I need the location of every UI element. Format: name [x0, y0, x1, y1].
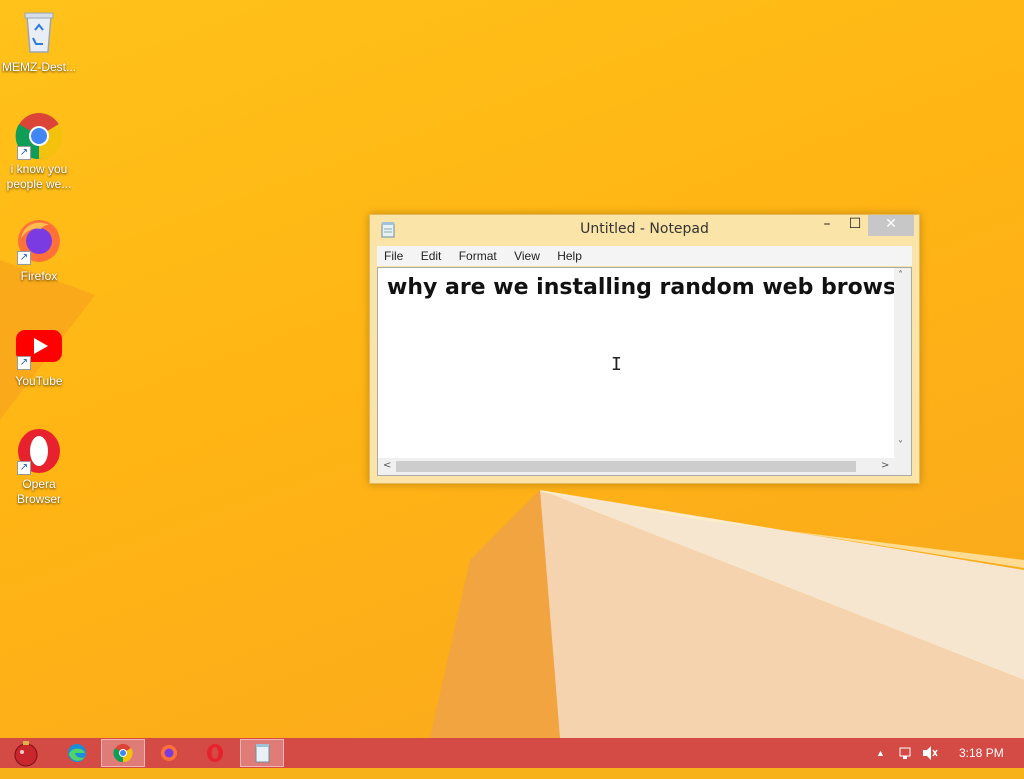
desktop-icon-label-line2: Browser	[16, 492, 61, 506]
desktop-icon-firefox[interactable]: ↗ Firefox	[0, 217, 78, 284]
volume-muted-icon[interactable]	[921, 738, 939, 768]
notepad-window[interactable]: Untitled - Notepad – ☐ ✕ File Edit Forma…	[369, 214, 920, 484]
taskbar-firefox[interactable]	[147, 739, 191, 767]
editor-content[interactable]: why are we installing random web browser…	[387, 275, 911, 300]
vertical-scrollbar[interactable]: ˄ ˅	[894, 268, 911, 458]
desktop-icon-youtube[interactable]: ↗ YouTube	[0, 322, 78, 389]
taskbar-notepad[interactable]	[240, 739, 284, 767]
shortcut-arrow-icon: ↗	[17, 251, 31, 265]
desktop: MEMZ-Dest... ↗ i know you people we... ↗	[0, 0, 1024, 738]
minimize-button[interactable]: –	[813, 215, 841, 236]
firefox-icon: ↗	[15, 217, 63, 265]
shortcut-arrow-icon: ↗	[17, 146, 31, 160]
chrome-icon: ↗	[15, 112, 63, 160]
menu-view[interactable]: View	[507, 246, 547, 266]
desktop-icon-label: YouTube	[15, 374, 63, 388]
edge-icon	[68, 744, 86, 762]
start-button[interactable]	[4, 739, 48, 767]
taskbar-opera[interactable]	[193, 739, 237, 767]
desktop-icon-recycle-bin[interactable]: MEMZ-Dest...	[0, 8, 78, 75]
scroll-up-arrow-icon[interactable]: ˄	[898, 270, 903, 281]
resize-grip-icon[interactable]	[894, 458, 911, 475]
horizontal-scroll-thumb[interactable]	[396, 461, 856, 472]
tray-overflow-icon[interactable]: ▲	[876, 738, 885, 768]
desktop-icon-label-line1: Opera	[22, 477, 56, 491]
close-button[interactable]: ✕	[868, 215, 914, 236]
menu-file[interactable]: File	[377, 246, 410, 266]
youtube-icon: ↗	[15, 322, 63, 370]
desktop-icon-opera[interactable]: ↗ Opera Browser	[0, 427, 78, 507]
network-icon[interactable]	[898, 738, 914, 768]
desktop-icon-label-line2: people we...	[6, 177, 72, 191]
desktop-icon-label-line1: i know you	[10, 162, 68, 176]
menu-format[interactable]: Format	[452, 246, 504, 266]
menu-edit[interactable]: Edit	[414, 246, 449, 266]
taskbar-chrome[interactable]	[101, 739, 145, 767]
menu-bar: File Edit Format View Help	[377, 246, 912, 266]
recycle-bin-icon	[15, 8, 63, 56]
title-bar[interactable]: Untitled - Notepad – ☐ ✕	[370, 215, 919, 243]
horizontal-scrollbar[interactable]: < >	[378, 458, 894, 475]
maximize-button[interactable]: ☐	[841, 215, 869, 236]
taskbar-edge[interactable]	[55, 739, 99, 767]
chrome-icon	[113, 744, 133, 763]
start-icon	[14, 741, 38, 767]
desktop-icon-label: Firefox	[20, 269, 58, 283]
text-cursor-icon: I	[611, 354, 622, 375]
desktop-icon-chrome[interactable]: ↗ i know you people we...	[0, 112, 78, 192]
shortcut-arrow-icon: ↗	[17, 356, 31, 370]
shortcut-arrow-icon: ↗	[17, 461, 31, 475]
taskbar: ▲ 3:18 PM	[0, 738, 1024, 768]
scroll-right-arrow-icon[interactable]: >	[881, 460, 889, 471]
text-editor[interactable]: why are we installing random web browser…	[377, 267, 912, 476]
opera-icon: ↗	[15, 427, 63, 475]
scroll-left-arrow-icon[interactable]: <	[383, 460, 391, 471]
notepad-icon	[255, 744, 270, 763]
clock[interactable]: 3:18 PM	[959, 738, 1004, 768]
opera-icon	[207, 744, 223, 762]
firefox-icon	[161, 745, 177, 761]
menu-help[interactable]: Help	[550, 246, 589, 266]
scroll-down-arrow-icon[interactable]: ˅	[898, 440, 903, 451]
desktop-icon-label: MEMZ-Dest...	[2, 60, 76, 74]
